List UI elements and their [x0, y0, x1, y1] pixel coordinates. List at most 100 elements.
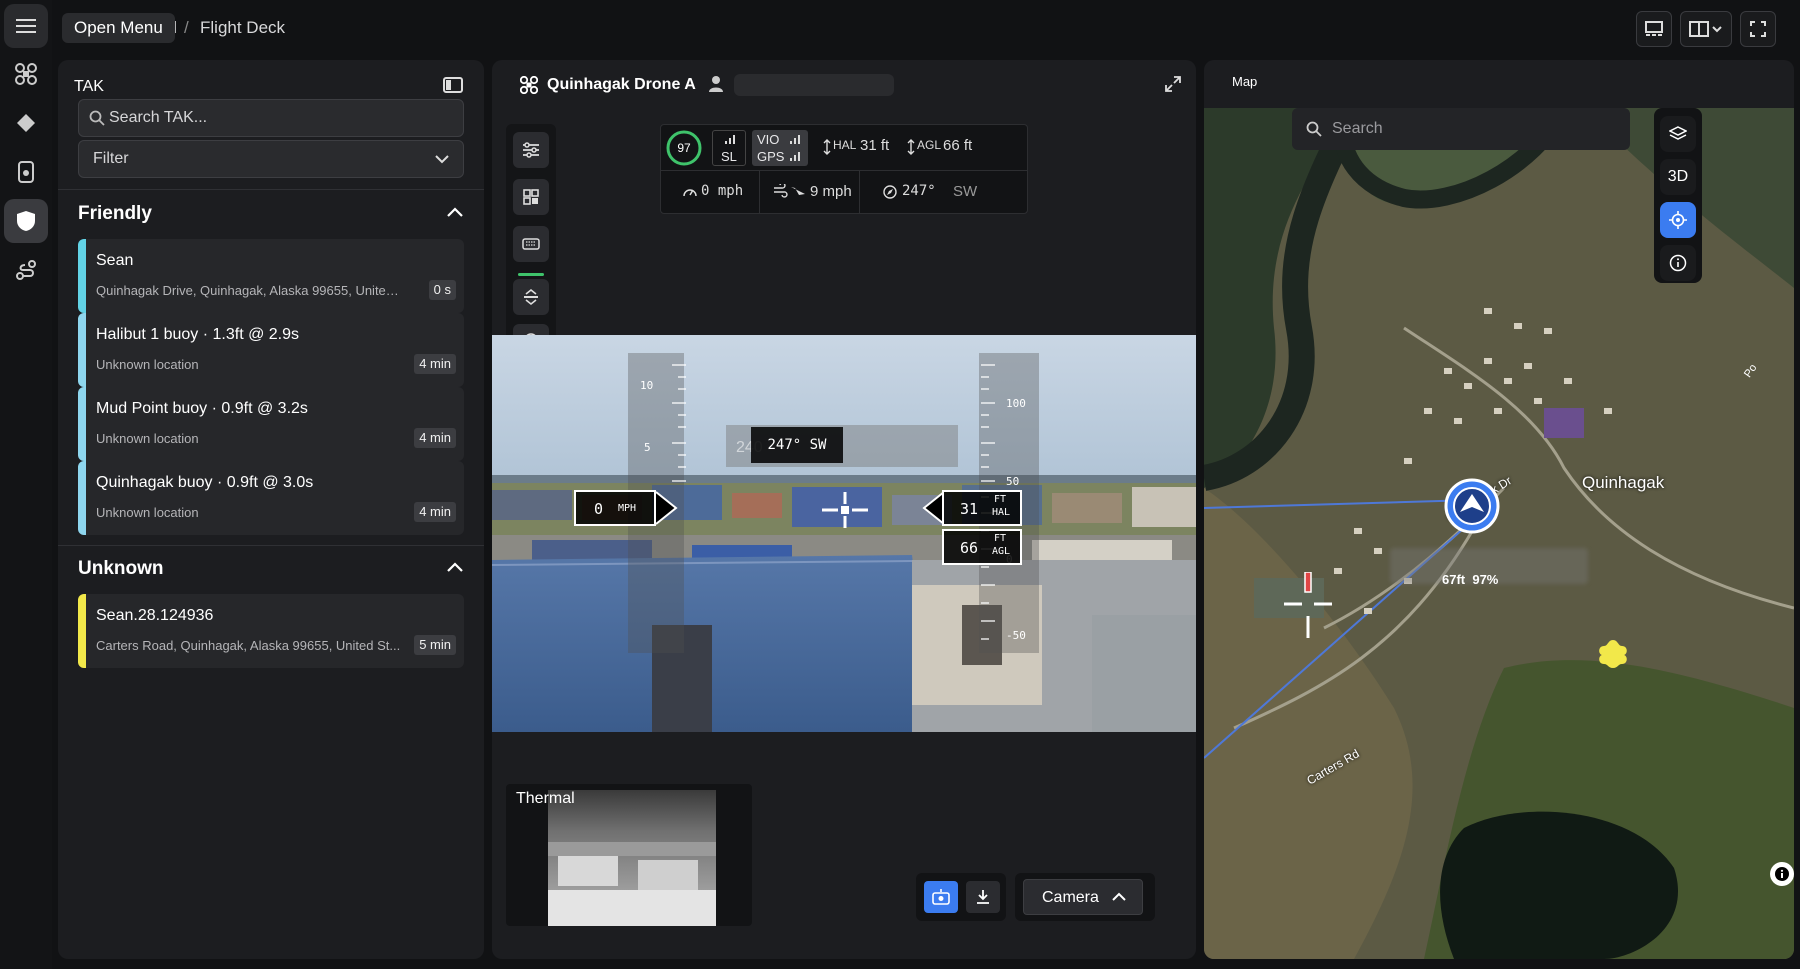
divider	[58, 545, 484, 546]
attribution-button[interactable]	[1770, 862, 1794, 886]
thermal-feed[interactable]: Thermal	[506, 784, 752, 926]
locate-button[interactable]	[1660, 202, 1696, 238]
hud-hal-label: HAL	[992, 507, 1011, 518]
vertical-arrow-icon	[823, 139, 831, 155]
camera-select-wrap: Camera	[1015, 873, 1155, 921]
layers-icon	[1669, 126, 1687, 140]
nav-routes[interactable]	[4, 248, 48, 292]
dock-icon	[18, 161, 34, 183]
signal-icon	[790, 152, 800, 161]
hud-agl-value: 66	[960, 539, 979, 557]
drone-map-readout: 67ft 97%	[1442, 572, 1499, 587]
vertical-arrow-icon	[907, 139, 915, 155]
tak-item-location: Unknown location	[96, 431, 199, 446]
shield-icon	[17, 211, 35, 231]
affiliation-bar	[78, 387, 86, 461]
takeoff-icon	[524, 288, 538, 306]
camera-feed[interactable]: 10 5 100 50 0 -50 240 247° SW 0 MPH 31 F…	[492, 335, 1196, 732]
gps-label: GPS	[757, 149, 785, 164]
tak-item-location: Quinhagak Drive, Quinhagak, Alaska 99655…	[96, 283, 406, 298]
tak-item-name: Quinhagak buoy · 0.9ft @ 3.0s	[96, 474, 314, 491]
wind-icon	[774, 184, 805, 198]
widgets-button[interactable]	[513, 179, 549, 215]
heading-value: 247°	[902, 183, 936, 199]
divider	[58, 189, 484, 190]
3d-toggle-button[interactable]: 3D	[1660, 159, 1696, 195]
search-icon	[1306, 121, 1322, 137]
wind-value: 9 mph	[810, 183, 852, 200]
hud-agl-box: 66 FT AGL	[942, 529, 1022, 565]
nav-tak[interactable]	[4, 199, 48, 243]
map-search-input[interactable]: Search	[1292, 108, 1630, 150]
chevron-up-icon	[1112, 892, 1126, 901]
panel-layout-dropdown[interactable]	[1680, 11, 1732, 47]
tak-item-age: 4 min	[414, 428, 456, 448]
drone-icon	[520, 76, 538, 94]
village-scene-image	[492, 335, 1196, 732]
tak-item-name: Mud Point buoy · 0.9ft @ 3.2s	[96, 400, 308, 417]
keyboard-button[interactable]	[513, 226, 549, 262]
tak-search-input[interactable]: Search TAK...	[78, 99, 464, 137]
widgets-icon	[523, 189, 539, 205]
settings-sliders-button[interactable]	[513, 132, 549, 168]
chevron-up-icon[interactable]	[446, 206, 464, 218]
tak-item-location: Carters Road, Quinhagak, Alaska 99655, U…	[96, 638, 401, 653]
tak-item-age: 5 min	[414, 635, 456, 655]
signal-icon	[725, 135, 735, 144]
hud-hal-box: 31 FT HAL	[942, 490, 1022, 526]
search-icon	[89, 110, 105, 126]
media-controls	[916, 873, 1006, 921]
layers-button[interactable]	[1660, 116, 1696, 152]
gimbal-button[interactable]	[924, 881, 958, 913]
takeoff-land-button[interactable]	[513, 279, 549, 315]
nav-waypoints[interactable]	[4, 101, 48, 145]
heading-direction: SW	[953, 183, 978, 200]
tak-search-placeholder: Search TAK...	[109, 109, 208, 126]
left-rail	[0, 0, 52, 969]
tak-item[interactable]: Mud Point buoy · 0.9ft @ 3.2s Unknown lo…	[78, 387, 464, 461]
section-title-unknown[interactable]: Unknown	[78, 558, 164, 580]
menu-button[interactable]	[4, 4, 48, 48]
thermal-image	[548, 790, 716, 926]
section-title-friendly[interactable]: Friendly	[78, 203, 152, 225]
camera-select[interactable]: Camera	[1023, 879, 1143, 915]
altitude-tick: 50	[1006, 475, 1020, 488]
hal-label: HAL	[833, 138, 857, 152]
dashboard-layout-button[interactable]	[1636, 11, 1672, 47]
tak-filter-label: Filter	[93, 150, 129, 167]
tak-item-age: 0 s	[428, 280, 456, 300]
breadcrumb-current: Flight Deck	[200, 18, 286, 37]
telemetry-panel: 97 SL VIO GPS HAL 31 ft AGL 66 ft 0 mph …	[660, 124, 1028, 214]
target-reticle-icon	[1284, 572, 1332, 638]
download-icon	[977, 890, 989, 904]
pilot-name-redacted	[734, 74, 894, 96]
info-button[interactable]	[1660, 245, 1696, 281]
divider	[859, 170, 860, 214]
hud-speed-unit: MPH	[618, 503, 637, 514]
affiliation-bar	[78, 313, 86, 387]
fullscreen-button[interactable]	[1740, 11, 1776, 47]
expand-icon[interactable]	[1165, 76, 1181, 92]
divider	[661, 170, 1027, 171]
pilot-icon	[709, 76, 723, 92]
tak-item-name: Halibut 1 buoy · 1.3ft @ 2.9s	[96, 326, 300, 343]
map-panel: Map Search 3D Po Quinhagak Dr Carters Rd…	[1204, 60, 1794, 959]
tak-item[interactable]: Sean.28.124936 Carters Road, Quinhagak, …	[78, 594, 464, 668]
nav-drones[interactable]	[4, 52, 48, 96]
tak-filter-select[interactable]: Filter	[78, 140, 464, 178]
vio-label: VIO	[757, 132, 780, 147]
chevron-up-icon[interactable]	[446, 561, 464, 573]
nav-dock[interactable]	[4, 150, 48, 194]
tak-item[interactable]: Sean Quinhagak Drive, Quinhagak, Alaska …	[78, 239, 464, 313]
unknown-contact-marker[interactable]	[1596, 638, 1630, 670]
tak-item[interactable]: Halibut 1 buoy · 1.3ft @ 2.9s Unknown lo…	[78, 313, 464, 387]
drone-map-marker[interactable]	[1444, 478, 1500, 534]
collapse-panel-button[interactable]	[443, 77, 463, 93]
hud-speed-box: 0 MPH	[574, 490, 656, 526]
tak-item[interactable]: Quinhagak buoy · 0.9ft @ 3.0s Unknown lo…	[78, 461, 464, 535]
download-button[interactable]	[966, 881, 1000, 913]
speed-pointer	[656, 491, 678, 525]
sl-indicator: SL	[712, 130, 746, 166]
tak-item-name: Sean.28.124936	[96, 607, 214, 624]
map-search-placeholder: Search	[1332, 120, 1383, 137]
